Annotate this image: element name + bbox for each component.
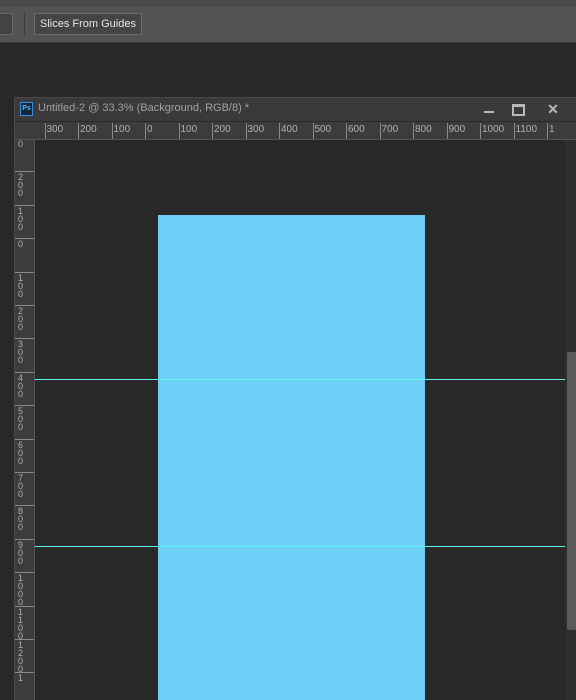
ruler-tick [312,123,314,139]
scrollbar-thumb[interactable] [567,352,576,630]
ruler-label: 700 [381,124,399,135]
document-titlebar[interactable]: Ps Untitled-2 @ 33.3% (Background, RGB/8… [15,98,576,122]
ruler-label: 0 [18,239,24,250]
ruler-label: 700 [18,473,24,499]
photoshop-app-icon: Ps [20,102,33,116]
ruler-tick [446,123,448,139]
ruler-label: 200 [214,124,231,135]
ruler-label: 100 [18,272,24,299]
ruler-label: 0 [147,124,153,135]
ruler-label: 1 [549,124,555,135]
ruler-label: 100 [18,205,24,232]
ruler-tick [413,123,414,139]
options-separator [24,13,25,35]
ruler-tick [245,123,247,139]
ruler-tick [78,123,79,139]
ruler-label: 200 [18,172,24,199]
vertical-scrollbar[interactable] [565,140,576,700]
ruler-label: 800 [415,124,432,135]
ruler-label: 400 [281,124,298,135]
ruler-label: 1100 [18,606,24,641]
ruler-tick [279,123,280,139]
ruler-label: 500 [18,406,24,433]
horizontal-guide[interactable] [35,546,565,547]
ruler-label: 400 [18,372,24,399]
horizontal-guide[interactable] [35,379,565,380]
ruler-tick [178,123,180,139]
ruler-label: 300 [18,339,24,366]
ruler-tick [44,123,46,139]
ruler-label: 1000 [482,124,505,135]
ruler-tick [547,123,548,139]
ruler-label: 600 [348,124,365,135]
vertical-ruler[interactable]: 0 200 100 0 100 200 300 400 500 600 700 800 900 1000 1… [15,140,35,700]
ruler-tick [111,123,113,139]
document-canvas[interactable] [158,215,425,700]
menu-bar-strip [0,0,576,7]
ruler-tick [145,123,146,139]
tool-preset-button[interactable] [0,13,13,35]
canvas-area[interactable] [35,140,565,700]
ruler-label: 900 [448,124,466,135]
close-icon[interactable]: ✕ [541,98,565,120]
options-bar: Slices From Guides [0,0,576,43]
ruler-label: 1000 [18,573,24,608]
ruler-tick [480,123,481,139]
ruler-origin[interactable] [15,122,35,140]
ruler-label: 600 [18,439,24,466]
ruler-label: 300 [247,124,265,135]
ruler-tick [379,123,381,139]
ruler-tick [346,123,347,139]
ruler-tick [513,123,515,139]
slices-from-guides-button[interactable]: Slices From Guides [34,13,142,35]
ruler-label: 100 [180,124,198,135]
ruler-label: 1100 [515,124,538,135]
ruler-label: 0 [18,140,24,149]
ruler-label: 800 [18,506,24,533]
ruler-tick [212,123,213,139]
maximize-icon[interactable] [505,98,529,120]
ruler-label: 900 [18,539,24,566]
document-window: Ps Untitled-2 @ 33.3% (Background, RGB/8… [14,97,576,700]
horizontal-ruler[interactable]: 0030020010001002003004005006007008009001… [35,122,576,140]
minimize-icon[interactable] [477,98,501,120]
ruler-label: 1 [18,673,24,684]
ruler-label: 300 [46,124,64,135]
ruler-label: 500 [314,124,332,135]
ruler-label: 200 [18,306,24,332]
ruler-label: 100 [113,124,131,135]
ruler-label: 200 [80,124,97,135]
document-title: Untitled-2 @ 33.3% (Background, RGB/8) * [38,102,250,114]
ruler-label: 1200 [18,640,24,674]
